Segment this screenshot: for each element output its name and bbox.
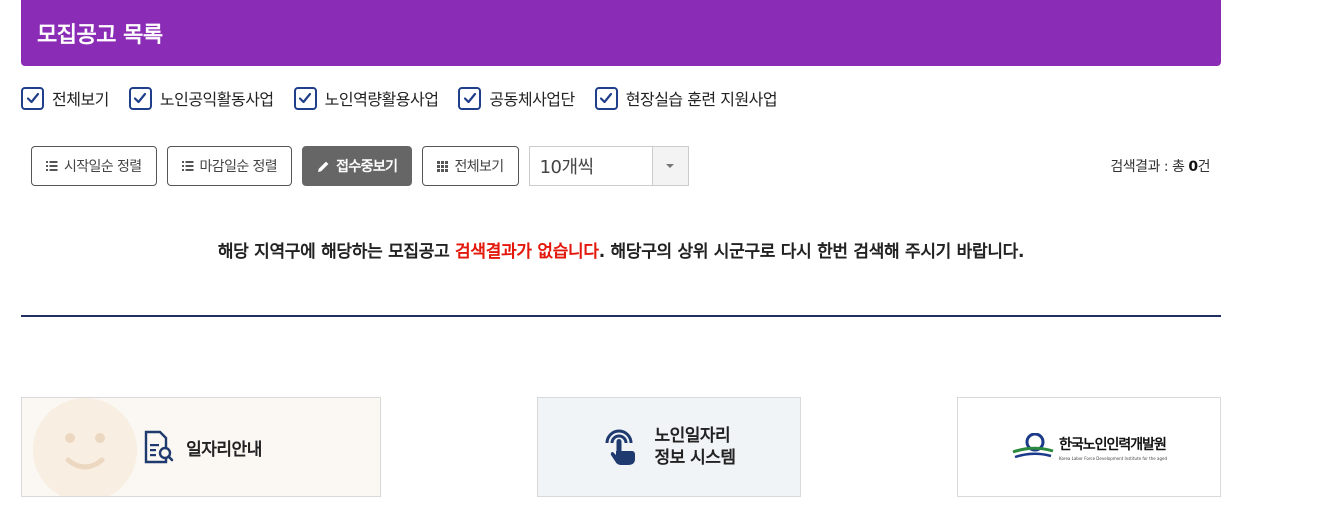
checkbox-checked-icon[interactable] — [128, 86, 152, 110]
result-suffix: 건 — [1197, 159, 1211, 175]
filter-community[interactable]: 공동체사업단 — [458, 86, 575, 110]
section-divider — [21, 315, 1221, 317]
system-line2: 정보 시스템 — [654, 448, 736, 468]
job-guide-banner[interactable]: 일자리안내 — [21, 397, 381, 497]
job-info-system-banner[interactable]: 노인일자리 정보 시스템 — [537, 397, 801, 497]
page-size-value: 10개씩 — [539, 157, 595, 178]
filter-public-activity[interactable]: 노인공익활동사업 — [128, 86, 274, 110]
receiving-label: 접수중보기 — [336, 159, 398, 175]
message-highlight: 검색결과가 없습니다 — [455, 242, 599, 262]
list-toolbar: 시작일순 정렬 마감일순 정렬 접수중보기 전체보기 10개씩 — [31, 146, 689, 186]
checkbox-checked-icon[interactable] — [458, 86, 482, 110]
result-count: 검색결과 : 총 0건 — [1110, 156, 1210, 176]
filter-label: 노인역량활용사업 — [324, 90, 439, 109]
job-info-system-label: 노인일자리 정보 시스템 — [654, 425, 736, 469]
touch-hand-icon — [605, 429, 636, 465]
page-title: 모집공고 목록 — [37, 23, 163, 48]
sort-end-button[interactable]: 마감일순 정렬 — [166, 146, 293, 186]
pencil-icon — [317, 160, 330, 173]
job-guide-label: 일자리안내 — [186, 439, 262, 460]
institute-name: 한국노인인력개발원 — [1059, 436, 1167, 453]
list-icon — [181, 161, 194, 171]
result-number: 0 — [1188, 159, 1198, 175]
institute-banner[interactable]: 한국노인인력개발원 Korea Labor Force Development … — [957, 397, 1221, 497]
checkbox-checked-icon[interactable] — [293, 86, 317, 110]
receiving-filter-button[interactable]: 접수중보기 — [302, 146, 413, 186]
sort-end-label: 마감일순 정렬 — [199, 159, 278, 175]
filter-label: 현장실습 훈련 지원사업 — [625, 90, 778, 109]
checkbox-checked-icon[interactable] — [594, 86, 618, 110]
result-prefix: 검색결과 : 총 — [1110, 159, 1189, 175]
institute-logo-icon — [1012, 433, 1054, 459]
system-line1: 노인일자리 — [654, 426, 731, 446]
grid-icon — [437, 160, 449, 172]
chevron-down-icon[interactable] — [651, 147, 688, 185]
filter-all[interactable]: 전체보기 — [21, 86, 109, 110]
list-icon — [46, 161, 58, 171]
filter-capacity[interactable]: 노인역량활용사업 — [293, 86, 439, 110]
page-header: 모집공고 목록 — [21, 0, 1221, 66]
checkbox-checked-icon[interactable] — [21, 86, 44, 110]
institute-english-name: Korea Labor Force Development Institute … — [1059, 455, 1167, 461]
message-text: . 해당구의 상위 시군구로 다시 한번 검색해 주시기 바랍니다. — [598, 242, 1025, 262]
page-size-select[interactable]: 10개씩 — [528, 146, 689, 186]
sort-start-button[interactable]: 시작일순 정렬 — [31, 146, 157, 186]
category-filters: 전체보기 노인공익활동사업 노인역량활용사업 공동체사업단 현장실습 훈련 지원… — [21, 85, 797, 111]
sort-start-label: 시작일순 정렬 — [64, 159, 142, 175]
view-all-button[interactable]: 전체보기 — [422, 146, 519, 186]
empty-result-message: 해당 지역구에 해당하는 모집공고 검색결과가 없습니다. 해당구의 상위 시군… — [21, 237, 1221, 262]
filter-label: 전체보기 — [52, 90, 109, 109]
view-all-label: 전체보기 — [454, 159, 504, 175]
document-search-icon — [144, 430, 174, 464]
filter-field-training[interactable]: 현장실습 훈련 지원사업 — [594, 86, 778, 110]
filter-label: 공동체사업단 — [489, 90, 575, 109]
message-text: 해당 지역구에 해당하는 모집공고 — [217, 242, 456, 262]
filter-label: 노인공익활동사업 — [159, 90, 274, 109]
